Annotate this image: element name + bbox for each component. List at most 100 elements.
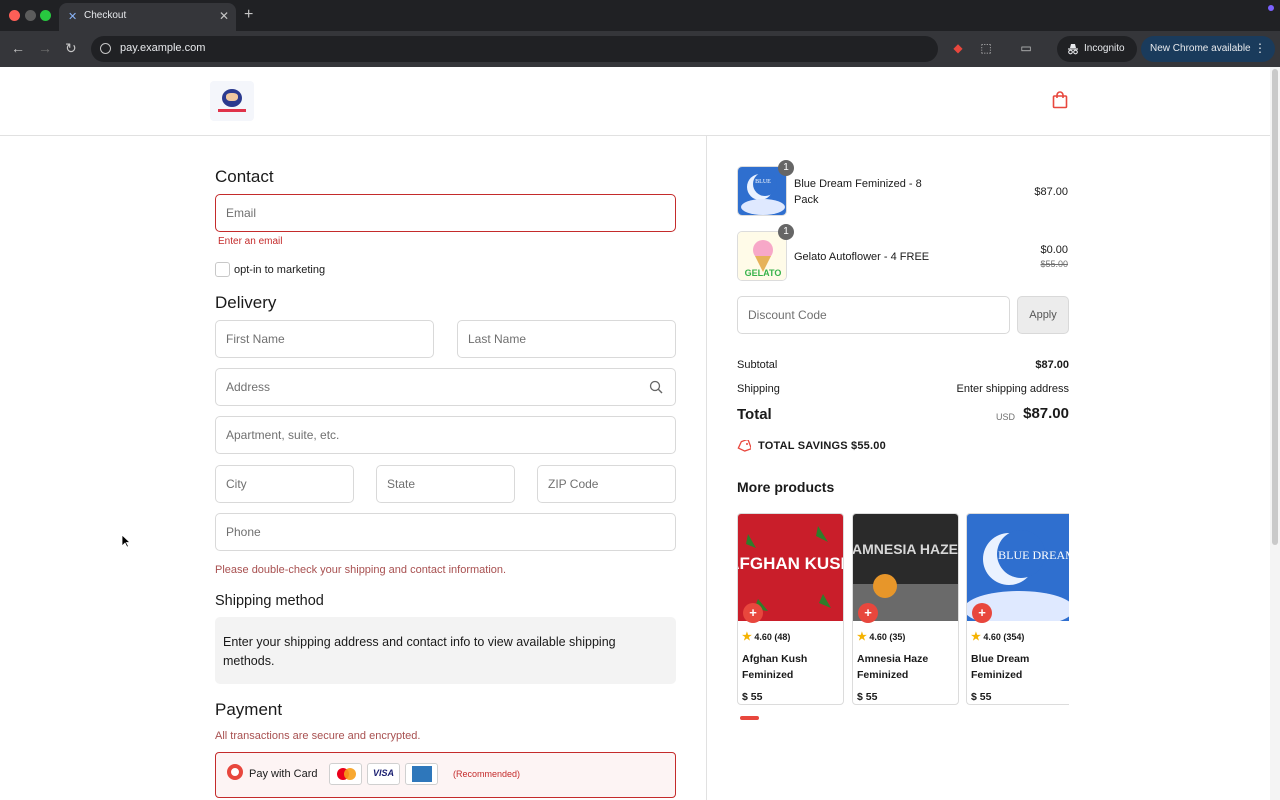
last-name-placeholder: Last Name xyxy=(468,332,527,346)
browser-toolbar: ← → ↻ pay.example.com ◆ ⬚ ▭ Incognito Ne… xyxy=(0,31,1280,67)
add-to-cart-plus-icon[interactable]: + xyxy=(743,603,763,623)
order-item-name: Gelato Autoflower - 4 FREE xyxy=(794,251,930,263)
shipping-label: Shipping xyxy=(737,383,780,395)
browser-tab-strip: ✕ Checkout ✕ + xyxy=(0,0,1280,31)
profile-indicator-icon xyxy=(1268,5,1274,11)
kebab-menu-icon[interactable]: ⋮ xyxy=(1254,41,1266,55)
total-savings: TOTAL SAVINGS $55.00 xyxy=(758,440,886,452)
order-item-price: $87.00 xyxy=(1034,186,1068,198)
first-name-field[interactable]: First Name xyxy=(215,320,434,358)
page-scrollbar[interactable] xyxy=(1270,67,1280,800)
order-item-original-price: $55.00 xyxy=(1040,259,1068,269)
browser-tab[interactable]: ✕ Checkout ✕ xyxy=(59,3,236,31)
svg-text:BLUE DREAM: BLUE DREAM xyxy=(998,548,1069,562)
zip-code-field[interactable]: ZIP Code xyxy=(537,465,676,503)
reload-icon[interactable]: ↻ xyxy=(65,40,77,56)
tag-icon xyxy=(737,440,751,452)
incognito-icon xyxy=(1068,44,1078,55)
store-logo[interactable] xyxy=(210,81,254,121)
order-item-name: Blue Dream Feminized - 8 Pack xyxy=(794,178,922,206)
pay-with-card-radio[interactable] xyxy=(227,764,243,780)
chrome-update-button[interactable]: New Chrome available ⋮ xyxy=(1141,36,1275,62)
phone-field[interactable]: Phone xyxy=(215,513,676,551)
window-maximize-button[interactable] xyxy=(40,10,51,21)
tab-title: Checkout xyxy=(84,10,127,21)
svg-text:AMNESIA HAZE: AMNESIA HAZE xyxy=(853,541,958,557)
incognito-indicator[interactable]: Incognito xyxy=(1057,36,1137,62)
svg-text:BLUE: BLUE xyxy=(755,179,771,185)
site-info-icon[interactable] xyxy=(100,43,111,54)
state-placeholder: State xyxy=(387,477,416,491)
search-icon[interactable] xyxy=(649,380,663,394)
last-name-field[interactable]: Last Name xyxy=(457,320,676,358)
svg-text:AFGHAN KUSH: AFGHAN KUSH xyxy=(738,554,843,573)
zip-code-placeholder: ZIP Code xyxy=(548,477,599,491)
first-name-placeholder: First Name xyxy=(226,332,285,346)
subtotal-value: $87.00 xyxy=(1035,359,1069,371)
star-icon: ★ xyxy=(742,631,752,643)
marketing-checkbox-label[interactable]: opt-in to marketing xyxy=(234,264,325,276)
apartment-placeholder: Apartment, suite, etc. xyxy=(226,428,340,442)
tab-close-icon[interactable]: ✕ xyxy=(219,9,229,23)
order-item-price: $0.00 xyxy=(1040,244,1068,256)
amex-icon xyxy=(405,763,438,785)
product-price: $ 55 xyxy=(742,691,763,703)
product-rating: ★ 4.60 (35) xyxy=(857,631,906,643)
address-bar[interactable]: pay.example.com xyxy=(91,36,938,62)
marketing-checkbox[interactable] xyxy=(215,262,230,277)
discount-code-field[interactable]: Discount Code xyxy=(737,296,1010,334)
product-rating: ★ 4.60 (48) xyxy=(742,631,791,643)
product-price: $ 55 xyxy=(857,691,878,703)
address-field[interactable]: Address xyxy=(215,368,676,406)
product-name[interactable]: Amnesia Haze Feminized xyxy=(857,651,955,683)
incognito-label: Incognito xyxy=(1084,43,1125,54)
address-placeholder: Address xyxy=(226,380,271,394)
shield-extension-icon[interactable]: ◆ xyxy=(951,41,965,55)
contact-heading: Contact xyxy=(215,167,274,186)
extensions-icon[interactable]: ⬚ xyxy=(979,41,993,55)
total-currency: USD xyxy=(996,412,1016,422)
subtotal-label: Subtotal xyxy=(737,359,778,371)
product-rating: ★ 4.60 (354) xyxy=(971,631,1025,643)
shipping-value: Enter shipping address xyxy=(956,383,1069,395)
state-field[interactable]: State xyxy=(376,465,515,503)
payment-heading: Payment xyxy=(215,700,283,719)
product-card[interactable]: AMNESIA HAZE + ★ 4.60 (35) Amnesia Haze … xyxy=(852,513,959,705)
discount-code-placeholder: Discount Code xyxy=(748,308,827,322)
apartment-field[interactable]: Apartment, suite, etc. xyxy=(215,416,676,454)
new-tab-icon[interactable]: + xyxy=(244,6,253,24)
cart-icon[interactable] xyxy=(1052,91,1068,109)
pay-with-card-label: Pay with Card xyxy=(249,768,318,780)
email-field[interactable]: Email xyxy=(215,194,676,232)
product-name[interactable]: Afghan Kush Feminized xyxy=(742,651,840,683)
add-to-cart-plus-icon[interactable]: + xyxy=(972,603,992,623)
product-name[interactable]: Blue Dream Feminized xyxy=(971,651,1069,683)
product-card[interactable]: AFGHAN KUSH + ★ 4.60 (48) Afghan Kush Fe… xyxy=(737,513,844,705)
store-header xyxy=(0,67,1270,136)
pay-with-card-option[interactable]: Pay with Card VISA (Recommended) xyxy=(215,752,676,798)
window-close-button[interactable] xyxy=(9,10,20,21)
more-products-heading: More products xyxy=(737,479,835,495)
phone-placeholder: Phone xyxy=(226,525,261,539)
mouse-cursor-icon xyxy=(121,534,131,548)
back-icon[interactable]: ← xyxy=(11,40,25,56)
total-value: $87.00 xyxy=(1023,405,1069,422)
city-placeholder: City xyxy=(226,477,247,491)
carousel-indicator[interactable] xyxy=(740,716,759,720)
visa-icon: VISA xyxy=(367,763,400,785)
side-panel-icon[interactable]: ▭ xyxy=(1019,41,1033,55)
apply-discount-button[interactable]: Apply xyxy=(1017,296,1069,334)
window-minimize-button[interactable] xyxy=(25,10,36,21)
product-card[interactable]: BLUE DREAM + ★ 4.60 (354) Blue Dream Fem… xyxy=(966,513,1069,705)
city-field[interactable]: City xyxy=(215,465,354,503)
shipping-method-notice: Enter your shipping address and contact … xyxy=(215,617,676,684)
address-bar-url: pay.example.com xyxy=(120,42,206,54)
scrollbar-thumb[interactable] xyxy=(1272,69,1278,545)
email-error-message: Enter an email xyxy=(218,236,283,247)
chrome-update-label: New Chrome available xyxy=(1150,43,1251,54)
recommended-label: (Recommended) xyxy=(453,769,521,779)
svg-text:GELATO: GELATO xyxy=(745,268,782,278)
add-to-cart-plus-icon[interactable]: + xyxy=(858,603,878,623)
forward-icon[interactable]: → xyxy=(38,40,52,56)
total-label: Total xyxy=(737,406,772,423)
